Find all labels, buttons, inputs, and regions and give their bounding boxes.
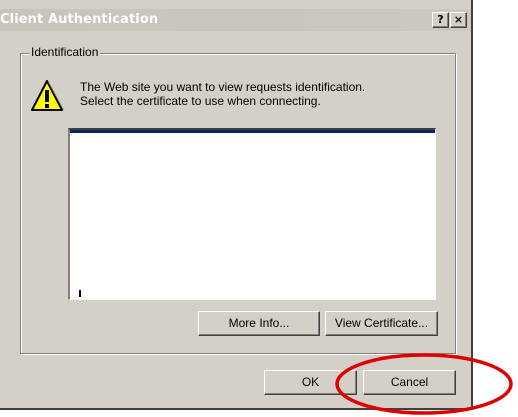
title-bar[interactable]: Client Authentication ? × xyxy=(0,9,471,31)
identification-message: The Web site you want to view requests i… xyxy=(80,80,365,108)
warning-icon xyxy=(31,80,64,111)
cancel-button[interactable]: Cancel xyxy=(363,370,456,395)
message-line-1: The Web site you want to view requests i… xyxy=(80,80,366,94)
certificate-list[interactable] xyxy=(68,128,436,300)
message-line-2: Select the certificate to use when conne… xyxy=(80,94,321,108)
close-button[interactable]: × xyxy=(450,12,467,28)
window-title: Client Authentication xyxy=(0,12,159,27)
ok-button[interactable]: OK xyxy=(264,370,357,395)
identification-legend: Identification xyxy=(29,45,101,59)
help-button[interactable]: ? xyxy=(432,12,449,28)
more-info-button[interactable]: More Info... xyxy=(198,311,320,336)
list-focus-bar xyxy=(70,130,435,133)
list-caret xyxy=(79,290,81,297)
client-authentication-dialog: Client Authentication ? × Identification… xyxy=(0,0,473,410)
view-certificate-button[interactable]: View Certificate... xyxy=(325,311,438,336)
